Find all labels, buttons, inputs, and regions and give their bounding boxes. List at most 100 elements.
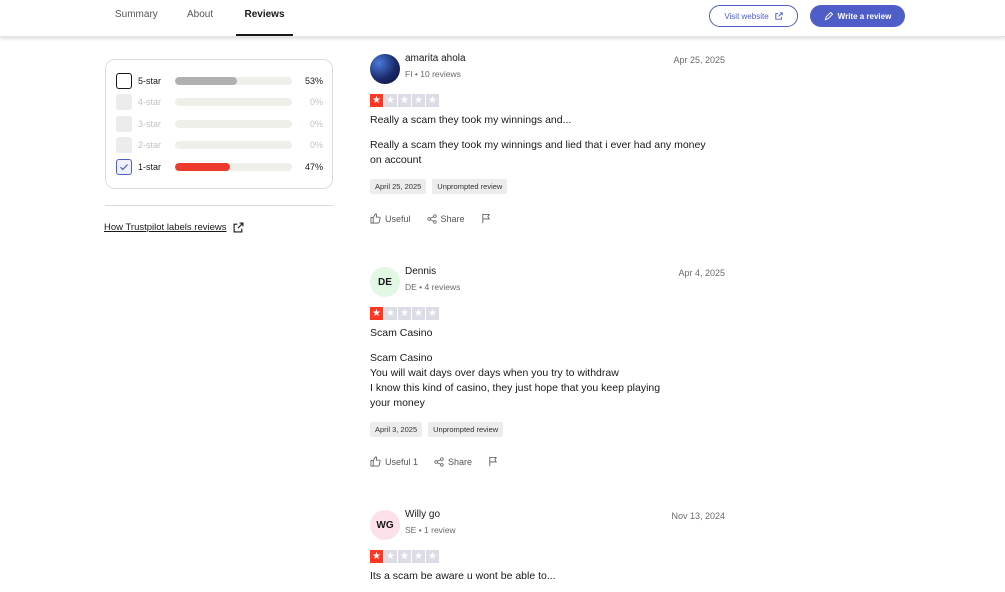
visit-website-label: Visit website: [724, 11, 769, 21]
review-body: Scam Casino You will wait days over days…: [370, 351, 660, 411]
reviewer-meta: SE • 1 review: [405, 525, 456, 535]
filter-label: 2-star: [138, 140, 162, 150]
filter-bar: [175, 77, 292, 85]
share-label: Share: [448, 456, 473, 467]
filter-bar: [175, 141, 292, 149]
tab-summary[interactable]: Summary: [115, 0, 158, 36]
filter-row-4-star[interactable]: 4-star 0%: [116, 93, 324, 111]
share-label: Share: [440, 213, 465, 224]
unprompted-tag: Unprompted review: [432, 179, 508, 194]
star-filter-card: 5-star 53% 4-star 0% 3-star 0% 2-star 0%…: [105, 59, 333, 189]
pencil-icon: [824, 11, 833, 20]
review-tags: April 3, 2025 Unprompted review: [370, 422, 504, 437]
write-review-button[interactable]: Write a review: [810, 5, 905, 27]
star-icon: ★: [412, 550, 425, 563]
filter-bar-fill: [175, 163, 230, 171]
avatar: DE: [370, 267, 400, 297]
checkbox[interactable]: [116, 137, 132, 153]
review-date: Apr 4, 2025: [678, 268, 725, 278]
review-date: Apr 25, 2025: [673, 55, 725, 65]
external-link-icon: [774, 12, 783, 20]
reviewer-meta: FI • 10 reviews: [405, 69, 461, 79]
star-icon: ★: [412, 94, 425, 107]
useful-button[interactable]: Useful 1: [370, 456, 418, 467]
star-icon: ★: [384, 550, 397, 563]
filter-row-5-star[interactable]: 5-star 53%: [116, 72, 324, 90]
report-button[interactable]: [488, 456, 498, 467]
filter-bar-fill: [175, 77, 237, 85]
review-title[interactable]: Really a scam they took my winnings and.…: [370, 114, 571, 126]
trustpilot-labels-link[interactable]: How Trustpilot labels reviews: [104, 222, 244, 233]
useful-label: Useful 1: [385, 456, 419, 467]
review-card: amarita ahola FI • 10 reviews Apr 25, 20…: [370, 53, 725, 234]
filter-percent: 53%: [304, 76, 323, 86]
filter-bar: [175, 120, 292, 128]
review-card: DE Dennis DE • 4 reviews Apr 4, 2025 ★ ★ ★…: [370, 266, 725, 477]
share-icon: [426, 213, 437, 224]
labels-link-text: How Trustpilot labels reviews: [104, 222, 227, 233]
unprompted-tag: Unprompted review: [428, 422, 504, 437]
checkbox[interactable]: [116, 94, 132, 110]
write-review-label: Write a review: [837, 11, 892, 21]
star-icon: ★: [398, 94, 411, 107]
checkbox[interactable]: [116, 159, 132, 175]
star-rating: ★ ★ ★ ★ ★: [370, 550, 439, 563]
review-body: Really a scam they took my winnings and …: [370, 138, 706, 168]
experience-date-tag: April 3, 2025: [370, 422, 423, 437]
visit-website-button[interactable]: Visit website: [709, 5, 798, 27]
filter-percent: 0%: [309, 140, 323, 150]
experience-date-tag: April 25, 2025: [370, 179, 427, 194]
avatar: [370, 54, 400, 84]
filter-row-1-star[interactable]: 1-star 47%: [116, 158, 324, 176]
review-date: Nov 13, 2024: [671, 511, 725, 521]
review-body-line: on account: [370, 154, 422, 166]
star-icon: ★: [412, 307, 425, 320]
filter-bar: [175, 98, 292, 106]
filter-percent: 0%: [309, 97, 323, 107]
reviewer-name[interactable]: amarita ahola: [405, 53, 466, 64]
star-icon: ★: [384, 307, 397, 320]
star-rating: ★ ★ ★ ★ ★: [370, 307, 439, 320]
flag-icon: [489, 456, 497, 467]
star-icon: ★: [426, 307, 439, 320]
share-button[interactable]: Share: [426, 213, 465, 224]
star-icon: ★: [398, 550, 411, 563]
thumbs-up-icon: [370, 213, 381, 224]
filter-label: 3-star: [138, 119, 162, 129]
flag-icon: [481, 213, 490, 224]
star-rating: ★ ★ ★ ★ ★: [370, 94, 439, 107]
reviewer-name[interactable]: Willy go: [405, 509, 440, 520]
checkbox[interactable]: [116, 116, 132, 132]
reviewer-meta: DE • 4 reviews: [405, 282, 461, 292]
share-button[interactable]: Share: [434, 457, 472, 467]
review-title[interactable]: Its a scam be aware u wont be able to...: [370, 570, 556, 582]
tab-about[interactable]: About: [187, 0, 213, 36]
report-button[interactable]: [481, 213, 491, 224]
avatar: WG: [370, 510, 400, 540]
checkbox[interactable]: [116, 73, 132, 89]
filter-row-2-star[interactable]: 2-star 0%: [116, 136, 324, 154]
top-nav: Summary About Reviews Visit website Writ…: [0, 0, 1005, 37]
star-icon: ★: [426, 550, 439, 563]
review-actions: Useful Share: [370, 213, 491, 224]
checkmark-icon: [120, 164, 128, 171]
review-actions: Useful 1 Share: [370, 456, 498, 467]
star-icon: ★: [370, 550, 383, 563]
thumbs-up-icon: [370, 456, 381, 467]
tab-reviews[interactable]: Reviews: [236, 0, 293, 36]
reviewer-name[interactable]: Dennis: [405, 266, 436, 277]
filter-bar: [175, 163, 292, 171]
star-icon: ★: [398, 307, 411, 320]
review-body-line: Scam Casino: [370, 352, 433, 364]
filter-row-3-star[interactable]: 3-star 0%: [116, 115, 324, 133]
star-icon: ★: [384, 94, 397, 107]
filter-percent: 0%: [309, 119, 323, 129]
useful-label: Useful: [385, 213, 411, 224]
useful-button[interactable]: Useful: [370, 213, 411, 224]
star-icon: ★: [370, 94, 383, 107]
share-icon: [434, 456, 444, 467]
star-icon: ★: [426, 94, 439, 107]
review-title[interactable]: Scam Casino: [370, 327, 432, 339]
filter-label: 4-star: [138, 97, 162, 107]
filter-label: 5-star: [138, 76, 162, 86]
